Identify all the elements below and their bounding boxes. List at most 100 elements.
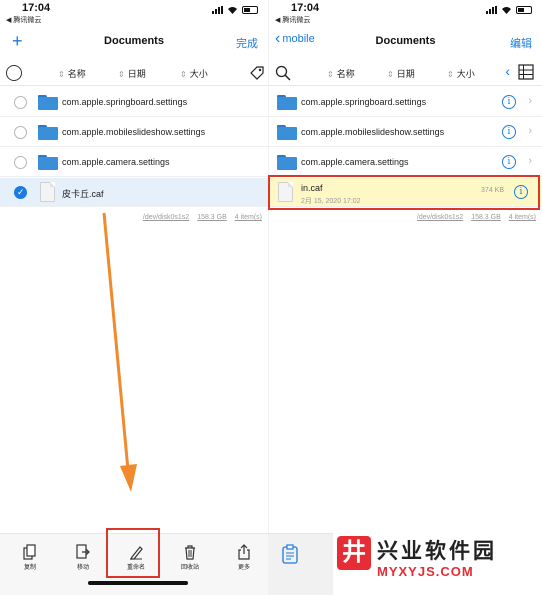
sort-arrows-icon: ⇕ <box>58 70 65 79</box>
nav-title: Documents <box>375 35 436 47</box>
sort-name-button[interactable]: ⇕ 名称 <box>327 67 355 80</box>
list-item[interactable]: com.apple.mobileslideshow.settings <box>0 118 268 147</box>
info-icon[interactable]: i <box>502 125 516 139</box>
home-indicator <box>88 581 188 585</box>
nav-bar: + Documents 完成 <box>0 30 268 54</box>
sort-name-label: 名称 <box>67 69 86 79</box>
storage-footer: /dev/disk0s1s2 158.3 GB 4 item(s) <box>417 214 536 221</box>
sort-name-label: 名称 <box>336 69 355 79</box>
more-button[interactable]: 更多 <box>224 544 264 571</box>
row-select-radio[interactable] <box>14 186 27 199</box>
status-time: 17:04 <box>22 2 51 14</box>
storage-footer: /dev/disk0s1s2 158.3 GB 4 item(s) <box>143 214 262 221</box>
sort-date-label: 日期 <box>127 69 146 79</box>
back-to-app-link[interactable]: ◀ 腾讯微云 <box>6 15 41 25</box>
copy-button[interactable]: 复制 <box>10 544 50 571</box>
nav-bar: ‹ mobile Documents 编辑 <box>269 30 542 54</box>
status-icons <box>486 6 532 14</box>
nav-title: Documents <box>104 35 164 47</box>
sort-bar: ⇕ 名称 ⇕ 日期 ⇕ 大小 ‹ <box>269 60 542 86</box>
watermark-name-en: MYXYJS.COM <box>377 564 474 579</box>
chevron-left-icon[interactable]: ‹ <box>505 63 510 79</box>
list-item[interactable]: com.apple.camera.settings <box>0 148 268 177</box>
sort-size-label: 大小 <box>189 69 208 79</box>
sort-size-label: 大小 <box>456 69 475 79</box>
signal-icon <box>486 6 497 14</box>
list-item[interactable]: com.apple.springboard.settings i › <box>269 88 542 117</box>
status-bar: 17:04 ◀ 腾讯微云 <box>269 0 542 26</box>
share-icon <box>238 544 250 560</box>
folder-icon <box>38 125 58 140</box>
move-icon <box>76 544 90 559</box>
row-select-radio[interactable] <box>14 126 27 139</box>
watermark: 井 兴业软件园 MYXYJS.COM <box>333 532 542 595</box>
chevron-right-icon: › <box>528 125 532 137</box>
sort-date-button[interactable]: ⇕ 日期 <box>118 67 146 80</box>
row-select-radio[interactable] <box>14 156 27 169</box>
list-view-icon[interactable] <box>518 64 534 80</box>
edit-button[interactable]: 编辑 <box>510 35 532 51</box>
sort-arrows-icon: ⇕ <box>118 70 125 79</box>
disk-path: /dev/disk0s1s2 <box>142 214 190 221</box>
wifi-icon <box>228 7 237 14</box>
list-item[interactable]: com.apple.mobileslideshow.settings i › <box>269 118 542 147</box>
sort-size-button[interactable]: ⇕ 大小 <box>447 67 475 80</box>
status-time: 17:04 <box>291 2 320 14</box>
row-label: com.apple.camera.settings <box>62 157 170 167</box>
move-label: 移动 <box>76 565 89 571</box>
list-item[interactable]: com.apple.springboard.settings <box>0 88 268 117</box>
folder-icon <box>277 155 297 170</box>
row-label: com.apple.springboard.settings <box>301 97 427 107</box>
row-select-radio[interactable] <box>14 96 27 109</box>
sort-bar: ⇕ 名称 ⇕ 日期 ⇕ 大小 <box>0 60 268 86</box>
tag-icon[interactable] <box>249 65 265 81</box>
sort-arrows-icon: ⇕ <box>180 70 187 79</box>
search-icon[interactable] <box>275 65 291 81</box>
sort-arrows-icon: ⇕ <box>387 70 394 79</box>
select-all-toggle[interactable] <box>6 65 22 81</box>
left-pane: 17:04 ◀ 腾讯微云 + Documents 完成 ⇕ 名称 ⇕ 日期 ⇕ 大小 … <box>0 0 268 595</box>
list-item[interactable]: com.apple.camera.settings i › <box>269 148 542 177</box>
copy-label: 复制 <box>23 565 36 571</box>
trash-icon <box>185 545 195 560</box>
info-icon[interactable]: i <box>502 95 516 109</box>
folder-icon <box>277 95 297 110</box>
row-label: com.apple.mobileslideshow.settings <box>62 127 206 137</box>
chevron-right-icon: › <box>528 95 532 107</box>
sort-arrows-icon: ⇕ <box>447 70 454 79</box>
back-to-app-link[interactable]: ◀ 腾讯微云 <box>275 15 310 25</box>
more-label: 更多 <box>237 565 250 571</box>
disk-path: /dev/disk0s1s2 <box>416 214 464 221</box>
item-count: 4 item(s) <box>234 214 262 221</box>
done-button[interactable]: 完成 <box>236 35 258 51</box>
status-bar: 17:04 ◀ 腾讯微云 <box>0 0 268 26</box>
folder-icon <box>38 155 58 170</box>
highlight-box-file <box>268 175 540 210</box>
watermark-name-cn: 兴业软件园 <box>377 540 497 563</box>
row-label: com.apple.mobileslideshow.settings <box>301 127 445 137</box>
list-item-selected[interactable]: 皮卡丘.caf <box>0 178 268 207</box>
row-label: 皮卡丘.caf <box>62 189 104 199</box>
folder-icon <box>277 125 297 140</box>
sort-date-label: 日期 <box>396 69 415 79</box>
signal-icon <box>212 6 223 14</box>
sort-arrows-icon: ⇕ <box>327 70 334 79</box>
status-icons <box>212 6 258 14</box>
sort-date-button[interactable]: ⇕ 日期 <box>387 67 415 80</box>
watermark-logo: 井 <box>337 536 371 570</box>
trash-button[interactable]: 回收站 <box>170 544 210 571</box>
disk-space: 158.3 GB <box>471 214 501 221</box>
right-toolbar <box>268 533 333 595</box>
move-button[interactable]: 移动 <box>63 544 103 571</box>
file-icon <box>40 182 55 202</box>
battery-icon <box>516 6 532 14</box>
sort-name-button[interactable]: ⇕ 名称 <box>58 67 86 80</box>
sort-size-button[interactable]: ⇕ 大小 <box>180 67 208 80</box>
right-pane: 17:04 ◀ 腾讯微云 ‹ mobile Documents 编辑 ⇕ 名称 ⇕ 日… <box>268 0 542 595</box>
wifi-icon <box>502 7 511 14</box>
highlight-box-rename <box>106 528 160 578</box>
trash-label: 回收站 <box>180 565 199 571</box>
folder-icon <box>38 95 58 110</box>
info-icon[interactable]: i <box>502 155 516 169</box>
clipboard-icon[interactable] <box>282 544 298 564</box>
